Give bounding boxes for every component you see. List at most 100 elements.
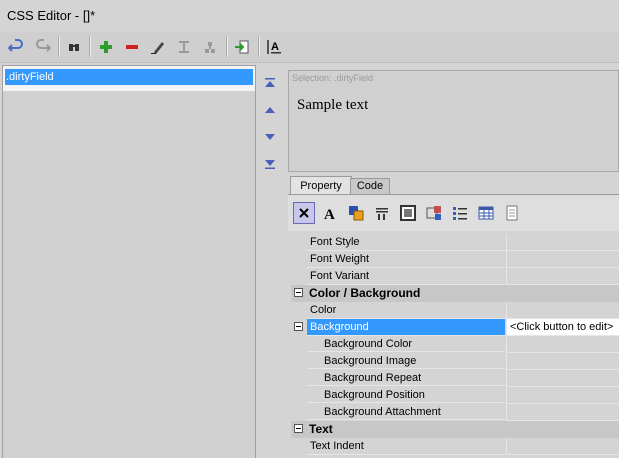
property-name-text: Background Repeat [324,372,422,384]
property-row[interactable]: Background Position [291,387,619,404]
property-row[interactable]: Color [291,302,619,319]
property-name-text: Font Weight [310,253,370,265]
redo-icon[interactable] [33,37,53,57]
font-icon[interactable]: A [319,202,341,224]
tree-icon[interactable] [174,37,194,57]
property-value[interactable] [506,251,619,268]
property-name: Color [307,302,505,319]
text-icon[interactable] [371,202,393,224]
clear-icon[interactable] [293,202,315,224]
property-value-text [507,338,510,350]
property-value[interactable]: <Click button to edit> [506,319,619,336]
property-name-text: Background [310,321,369,333]
property-value-text [507,253,510,265]
border-icon[interactable] [397,202,419,224]
property-value[interactable] [506,387,619,404]
property-value[interactable] [506,404,619,421]
table-icon[interactable] [475,202,497,224]
property-name-text: Background Attachment [324,406,441,418]
property-value[interactable] [506,234,619,251]
edit-icon[interactable] [148,37,168,57]
list-item[interactable]: .dirtyField [5,69,253,85]
property-name: Font Style [307,234,505,251]
window-title: CSS Editor - []* [7,8,96,23]
property-toolbar: A [288,194,619,231]
property-value-text [507,440,510,452]
property-name: Background Attachment [307,404,505,420]
property-row[interactable]: Font Weight [291,251,619,268]
rules-list: .dirtyField [2,65,256,458]
property-name-text: Text Indent [310,440,364,452]
property-name-text: Background Position [324,389,425,401]
position-icon[interactable] [423,202,445,224]
property-value[interactable] [506,353,619,370]
main-toolbar: A [0,32,619,63]
sample-text: Sample text [297,97,369,113]
property-group-row[interactable]: Background <Click button to edit> [291,319,619,336]
property-value-text [507,406,510,418]
property-name: Background [307,319,505,336]
property-value-text [507,270,510,282]
property-value-text [507,236,510,248]
property-value-text [507,372,510,384]
property-name: Background Image [307,353,505,369]
property-name-text: Background Image [324,355,417,367]
category-label: Color / Background [309,286,421,300]
remove-icon[interactable] [122,37,142,57]
page-icon[interactable] [501,202,523,224]
property-name-text: Color [310,304,337,316]
property-value-text [507,355,510,367]
selection-label: Selection: .dirtyField [292,73,374,83]
property-value-text [507,389,510,401]
collapse-icon[interactable] [294,288,303,297]
property-row[interactable]: Font Style [291,234,619,251]
property-value[interactable] [506,268,619,285]
title-bar: CSS Editor - []* [0,0,619,32]
tab-bar: Property Code [288,176,619,194]
property-value-text [507,304,510,316]
property-name: Background Color [307,336,505,352]
collapse-icon[interactable] [294,322,303,331]
tree-disabled-icon[interactable] [200,37,220,57]
list-icon[interactable] [449,202,471,224]
move-down-icon[interactable] [262,129,278,145]
property-row[interactable]: Background Repeat [291,370,619,387]
move-top-icon[interactable] [262,75,278,91]
svg-text:A: A [324,207,335,221]
property-row[interactable]: Font Variant [291,268,619,285]
property-row[interactable]: Text Indent [291,438,619,455]
property-name-text: Background Color [324,338,413,350]
property-value-text: <Click button to edit> [510,321,614,333]
add-icon[interactable] [96,37,116,57]
category-row[interactable]: Color / Background [291,285,619,302]
tab-property[interactable]: Property [290,176,352,194]
svg-text:A: A [271,41,279,53]
color-background-icon[interactable] [345,202,367,224]
property-value[interactable] [506,370,619,387]
move-bottom-icon[interactable] [262,156,278,172]
property-value[interactable] [506,302,619,319]
tab-code[interactable]: Code [350,178,390,194]
property-row[interactable]: Background Attachment [291,404,619,421]
property-name: Background Position [307,387,505,403]
import-icon[interactable] [232,37,252,57]
move-up-icon[interactable] [262,102,278,118]
property-value[interactable] [506,438,619,455]
property-name-text: Font Style [310,236,360,248]
category-row[interactable]: Text [291,421,619,438]
preview-panel: Selection: .dirtyField Sample text [288,70,619,172]
collapse-icon[interactable] [294,424,303,433]
property-value[interactable] [506,336,619,353]
property-name: Font Weight [307,251,505,268]
order-buttons [259,65,283,457]
property-row[interactable]: Background Color [291,336,619,353]
property-name: Background Repeat [307,370,505,386]
property-name: Font Variant [307,268,505,285]
property-name: Text Indent [307,438,505,455]
property-name-text: Font Variant [310,270,370,282]
category-label: Text [309,422,333,436]
font-style-icon[interactable]: A [264,37,284,57]
undo-icon[interactable] [6,37,26,57]
property-row[interactable]: Background Image [291,353,619,370]
binoculars-icon[interactable] [64,37,84,57]
